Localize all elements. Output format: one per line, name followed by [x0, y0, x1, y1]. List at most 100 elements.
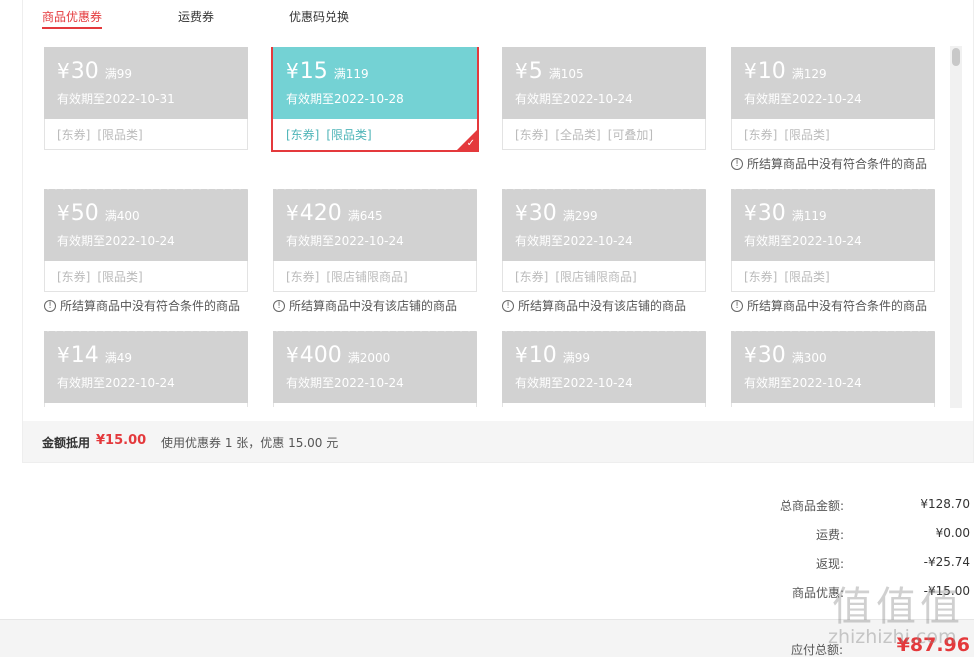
coupon-condition: 满400 [104, 209, 140, 223]
coupon-tag: [东券] [286, 270, 320, 284]
coupon-condition: 满105 [548, 67, 584, 81]
coupon-expiry: 有效期至2022-10-24 [515, 234, 633, 248]
coupon-amount: 14 [70, 343, 99, 368]
coupon-condition: 满99 [562, 351, 591, 365]
coupon-price: ¥10 满129 [744, 57, 935, 88]
coupon-condition: 满645 [347, 209, 383, 223]
coupon-price: ¥30 满119 [744, 199, 935, 230]
note-text: 所结算商品中没有符合条件的商品 [60, 299, 241, 313]
coupon-card[interactable]: ¥50 满400 有效期至2022-10-24 [东券] [限品类]! 所结算商品中没有符… [44, 186, 248, 314]
coupon-unavailable-note: ! 所结算商品中没有符合条件的商品 [731, 297, 935, 314]
info-icon: ! [731, 157, 743, 170]
coupon-tag: [限品类] [97, 128, 143, 142]
info-icon: ! [273, 299, 285, 312]
coupon-amount: 10 [528, 343, 557, 368]
coupon-price: ¥30 满299 [515, 199, 706, 230]
discount-label: 金额抵用 [42, 436, 91, 450]
coupon-condition: 满119 [333, 67, 369, 81]
coupon-tags: [东券] [限品类] [44, 119, 248, 150]
coupon-expiry: 有效期至2022-10-24 [515, 376, 633, 390]
coupon-expiry: 有效期至2022-10-24 [744, 92, 862, 106]
coupon-currency: ¥ [744, 343, 757, 367]
coupon-card[interactable]: ¥10 满99 有效期至2022-10-24 [502, 328, 706, 407]
coupon-tag: [限品类] [784, 128, 830, 142]
coupon-condition: 满129 [791, 67, 827, 81]
coupon-face: ¥30 满99 有效期至2022-10-31 [44, 47, 248, 119]
discount-description: 使用优惠券 1 张，优惠 15.00 元 [161, 436, 339, 450]
coupon-card[interactable]: ¥15 满119 有效期至2022-10-28 [东券] [限品类] ✓ [271, 47, 479, 152]
coupon-tag: [东券] [286, 128, 320, 142]
coupon-tags [502, 403, 706, 407]
coupon-card[interactable]: ¥10 满129 有效期至2022-10-24 [东券] [限品类]! 所结算商品中没有符… [731, 47, 935, 172]
coupon-amount: 50 [70, 201, 99, 226]
coupon-face: ¥14 满49 有效期至2022-10-24 [44, 328, 248, 403]
info-icon: ! [502, 299, 514, 312]
coupon-tags: [东券] [限品类] [731, 261, 935, 292]
info-icon: ! [44, 299, 56, 312]
coupon-unavailable-note: ! 所结算商品中没有符合条件的商品 [44, 297, 248, 314]
note-text: 所结算商品中没有该店铺的商品 [289, 299, 458, 313]
coupon-tag: [东券] [744, 128, 778, 142]
note-text: 所结算商品中没有符合条件的商品 [747, 157, 928, 171]
coupon-amount: 30 [757, 343, 786, 368]
coupon-scrollbar[interactable] [950, 46, 962, 408]
coupon-tags [44, 403, 248, 407]
discount-amount: ¥15.00 [96, 433, 147, 448]
coupon-tag: [全品类] [555, 128, 601, 142]
coupon-amount: 15 [299, 59, 328, 84]
coupon-face: ¥15 满119 有效期至2022-10-28 [273, 47, 477, 119]
coupon-grid: ¥30 满99 有效期至2022-10-31 [东券] [限品类] ¥15 满119 有效期至… [42, 47, 948, 407]
tab-shipping-coupons[interactable]: 运费券 [178, 8, 214, 25]
coupon-tags [731, 403, 935, 407]
coupon-condition: 满99 [104, 67, 133, 81]
coupon-face: ¥30 满299 有效期至2022-10-24 [502, 186, 706, 261]
coupon-expiry: 有效期至2022-10-24 [57, 234, 175, 248]
coupon-currency: ¥ [744, 201, 757, 225]
coupon-price: ¥400 满2000 [286, 341, 477, 372]
coupon-card[interactable]: ¥5 满105 有效期至2022-10-24 [东券] [全品类] [可叠加] [502, 47, 706, 150]
coupon-card[interactable]: ¥14 满49 有效期至2022-10-24 [44, 328, 248, 407]
coupon-tags [273, 403, 477, 407]
coupon-expiry: 有效期至2022-10-24 [286, 234, 404, 248]
coupon-card[interactable]: ¥30 满99 有效期至2022-10-31 [东券] [限品类] [44, 47, 248, 150]
tab-product-coupons[interactable]: 商品优惠券 [42, 8, 103, 29]
coupon-expiry: 有效期至2022-10-24 [744, 376, 862, 390]
coupon-currency: ¥ [286, 59, 299, 83]
coupon-expiry: 有效期至2022-10-28 [286, 92, 404, 106]
total-label: 运费: [815, 528, 844, 542]
coupon-card[interactable]: ¥400 满2000 有效期至2022-10-24 [273, 328, 477, 407]
coupon-tag: [限品类] [784, 270, 830, 284]
coupon-price: ¥5 满105 [515, 57, 706, 88]
coupon-condition: 满119 [791, 209, 827, 223]
coupon-unavailable-note: ! 所结算商品中没有该店铺的商品 [502, 297, 706, 314]
coupon-price: ¥15 满119 [286, 57, 477, 88]
coupon-unavailable-note: ! 所结算商品中没有该店铺的商品 [273, 297, 477, 314]
coupon-face: ¥400 满2000 有效期至2022-10-24 [273, 328, 477, 403]
coupon-card[interactable]: ¥420 满645 有效期至2022-10-24 [东券] [限店铺限商品]! 所结算商品… [273, 186, 477, 314]
coupon-face: ¥50 满400 有效期至2022-10-24 [44, 186, 248, 261]
coupon-currency: ¥ [744, 59, 757, 83]
coupon-tags: [东券] [限品类] [44, 261, 248, 292]
coupon-condition: 满2000 [347, 351, 391, 365]
coupon-amount: 30 [70, 59, 99, 84]
coupon-currency: ¥ [515, 343, 528, 367]
total-value: -¥15.00 [923, 584, 970, 598]
tab-promo-code[interactable]: 优惠码兑换 [289, 8, 349, 25]
coupon-card[interactable]: ¥30 满300 有效期至2022-10-24 [731, 328, 935, 407]
coupon-currency: ¥ [57, 59, 70, 83]
coupon-card[interactable]: ¥30 满299 有效期至2022-10-24 [东券] [限店铺限商品] ! 所结算商品中… [502, 186, 706, 314]
coupon-expiry: 有效期至2022-10-24 [515, 92, 633, 106]
coupon-tag: [限店铺限商品] [326, 270, 408, 284]
scrollbar-thumb[interactable] [952, 48, 960, 66]
payable-label: 应付总额: [790, 643, 843, 657]
coupon-tag: [限品类] [326, 128, 372, 142]
coupon-face: ¥30 满300 有效期至2022-10-24 [731, 328, 935, 403]
coupon-tags: [东券] [限品类] [273, 119, 477, 150]
coupon-tag: [东券] [57, 128, 91, 142]
coupon-card[interactable]: ¥30 满119 有效期至2022-10-24 [东券] [限品类]! 所结算商品中没有符… [731, 186, 935, 314]
coupon-face: ¥5 满105 有效期至2022-10-24 [502, 47, 706, 119]
coupon-price: ¥30 满99 [57, 57, 248, 88]
coupon-tags: [东券] [限店铺限商品] [502, 261, 706, 292]
coupon-currency: ¥ [286, 343, 299, 367]
coupon-tags: [东券] [限品类] [731, 119, 935, 150]
